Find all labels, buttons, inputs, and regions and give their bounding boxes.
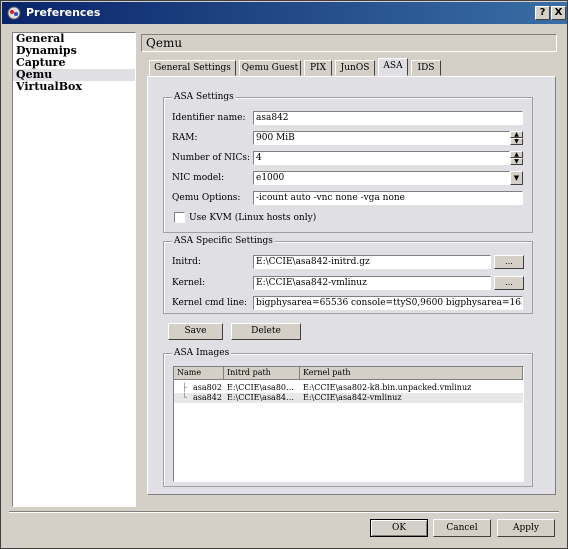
kernel-input[interactable]: E:\CCIE\asa842-vmlinuz — [253, 276, 491, 290]
tab-asa[interactable]: ASA — [378, 58, 408, 76]
title-bar: Preferences ? X — [2, 2, 567, 24]
spin-down-icon[interactable]: ▼ — [510, 138, 523, 145]
nics-input[interactable]: 4 — [253, 151, 510, 165]
tab-ids[interactable]: IDS — [411, 60, 441, 76]
sidebar-item-virtualbox[interactable]: VirtualBox — [13, 81, 135, 93]
row-name: asa802 — [193, 383, 222, 392]
cmdline-label: Kernel cmd line: — [172, 298, 248, 308]
kernel-label: Kernel: — [172, 278, 206, 288]
table-row[interactable]: └ asa842 E:\CCIE\asa84… E:\CCIE\asa842-v… — [174, 393, 523, 403]
qemu-options-input[interactable]: -icount auto -vnc none -vga none — [253, 191, 523, 205]
nics-label: Number of NICs: — [172, 153, 251, 163]
asa-images-title: ASA Images — [172, 348, 232, 358]
tab-general-settings[interactable]: General Settings — [149, 60, 236, 76]
nic-model-select[interactable]: e1000 — [253, 171, 510, 185]
kvm-label: Use KVM (Linux hosts only) — [189, 213, 317, 223]
initrd-label: Initrd: — [172, 257, 201, 267]
initrd-input[interactable]: E:\CCIE\asa842-initrd.gz — [253, 255, 491, 269]
asa-images-table[interactable]: Name Initrd path Kernel path ├ asa802 E:… — [173, 366, 524, 482]
tab-pix[interactable]: PIX — [304, 60, 332, 76]
tree-line-icon: └ — [182, 393, 187, 402]
tab-qemu-guest[interactable]: Qemu Guest — [239, 60, 301, 76]
row-initrd: E:\CCIE\asa80… — [227, 383, 294, 392]
row-initrd: E:\CCIE\asa84… — [227, 393, 294, 402]
asa-specific-title: ASA Specific Settings — [172, 236, 275, 246]
table-row[interactable]: ├ asa802 E:\CCIE\asa80… E:\CCIE\asa802-k… — [174, 383, 523, 393]
ok-button[interactable]: OK — [370, 519, 428, 537]
tree-line-icon: ├ — [182, 383, 187, 392]
row-kernel: E:\CCIE\asa802-k8.bin.unpacked.vmlinuz — [303, 383, 472, 392]
preferences-window: Preferences ? X General Dynamips Capture… — [0, 0, 568, 549]
kvm-checkbox[interactable] — [174, 212, 185, 223]
chevron-down-icon[interactable]: ▼ — [510, 171, 523, 185]
ram-input[interactable]: 900 MiB — [253, 131, 510, 145]
tab-junos[interactable]: JunOS — [335, 60, 375, 76]
save-button[interactable]: Save — [168, 323, 223, 340]
asa-specific-group: ASA Specific Settings Initrd: E:\CCIE\as… — [163, 236, 533, 314]
initrd-browse-button[interactable]: ... — [494, 255, 524, 269]
app-icon — [7, 6, 21, 20]
asa-settings-title: ASA Settings — [172, 92, 236, 102]
spin-up-icon[interactable]: ▲ — [510, 151, 523, 158]
sidebar-list: General Dynamips Capture Qemu VirtualBox — [12, 32, 136, 507]
spin-down-icon[interactable]: ▼ — [510, 158, 523, 165]
nics-spinner[interactable]: ▲ ▼ — [510, 151, 523, 165]
identifier-input[interactable]: asa842 — [253, 111, 523, 125]
column-header-kernel[interactable]: Kernel path — [300, 367, 523, 380]
close-button[interactable]: X — [551, 6, 566, 20]
ram-spinner[interactable]: ▲ ▼ — [510, 131, 523, 145]
asa-settings-group: ASA Settings Identifier name: asa842 RAM… — [163, 92, 533, 233]
help-button[interactable]: ? — [535, 6, 550, 20]
row-name: asa842 — [193, 393, 222, 402]
delete-button[interactable]: Delete — [231, 323, 301, 340]
row-kernel: E:\CCIE\asa842-vmlinuz — [303, 393, 402, 402]
cmdline-input[interactable]: bigphysarea=65536 console=ttyS0,9600 big… — [253, 296, 523, 310]
asa-tab-panel: ASA Settings Identifier name: asa842 RAM… — [147, 76, 556, 495]
bottom-divider — [9, 511, 559, 513]
asa-images-group: ASA Images Name Initrd path Kernel path … — [163, 348, 533, 487]
spin-up-icon[interactable]: ▲ — [510, 131, 523, 138]
column-header-initrd[interactable]: Initrd path — [224, 367, 300, 380]
ram-label: RAM: — [172, 133, 198, 143]
page-title: Qemu — [141, 34, 557, 52]
cancel-button[interactable]: Cancel — [433, 519, 491, 537]
qemu-options-label: Qemu Options: — [172, 193, 241, 203]
nic-model-label: NIC model: — [172, 173, 225, 183]
kernel-browse-button[interactable]: ... — [494, 276, 524, 290]
apply-button[interactable]: Apply — [497, 519, 555, 537]
window-title: Preferences — [26, 6, 101, 19]
column-header-name[interactable]: Name — [174, 367, 224, 380]
identifier-label: Identifier name: — [172, 113, 246, 123]
